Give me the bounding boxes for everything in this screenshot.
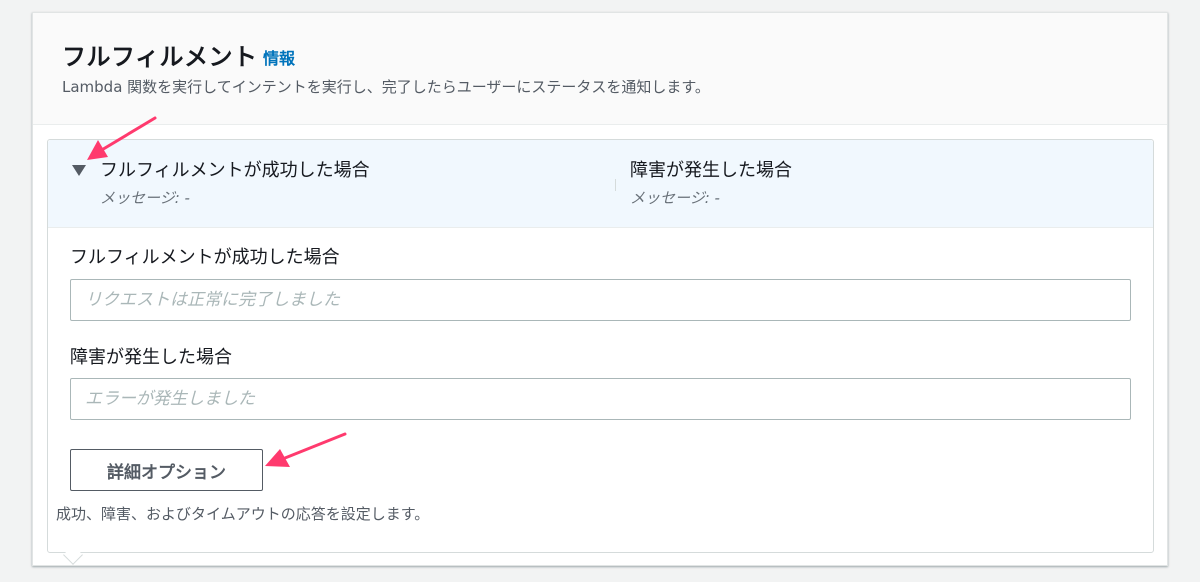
expander-summary-toggle[interactable]: フルフィルメントが成功した場合 メッセージ: - 障害が発生した場合 メッセージ…: [48, 140, 1153, 228]
summary-success-message: メッセージ: -: [100, 189, 190, 207]
success-response-input[interactable]: [70, 279, 1131, 321]
fulfillment-panel: フルフィルメント 情報 Lambda 関数を実行してインテントを実行し、完了した…: [32, 12, 1168, 566]
info-link[interactable]: 情報: [263, 45, 295, 69]
summary-divider: [615, 179, 616, 191]
caret-down-icon[interactable]: [72, 165, 86, 176]
summary-success-title: フルフィルメントが成功した場合: [100, 160, 370, 181]
advanced-options-button[interactable]: 詳細オプション: [70, 449, 263, 491]
panel-title: フルフィルメント: [62, 43, 258, 71]
fulfillment-expander: フルフィルメントが成功した場合 メッセージ: - 障害が発生した場合 メッセージ…: [47, 139, 1154, 565]
panel-header: フルフィルメント 情報 Lambda 関数を実行してインテントを実行し、完了した…: [33, 13, 1167, 125]
expander-tail: [63, 545, 83, 565]
failure-response-input[interactable]: [70, 378, 1131, 420]
summary-failure-title: 障害が発生した場合: [630, 160, 792, 181]
panel-description: Lambda 関数を実行してインテントを実行し、完了したらユーザーにステータスを…: [62, 78, 710, 96]
summary-failure-message: メッセージ: -: [630, 189, 720, 207]
failure-response-label: 障害が発生した場合: [70, 347, 232, 368]
advanced-options-help-text: 成功、障害、およびタイムアウトの応答を設定します。: [56, 505, 430, 523]
success-response-label: フルフィルメントが成功した場合: [70, 247, 340, 268]
